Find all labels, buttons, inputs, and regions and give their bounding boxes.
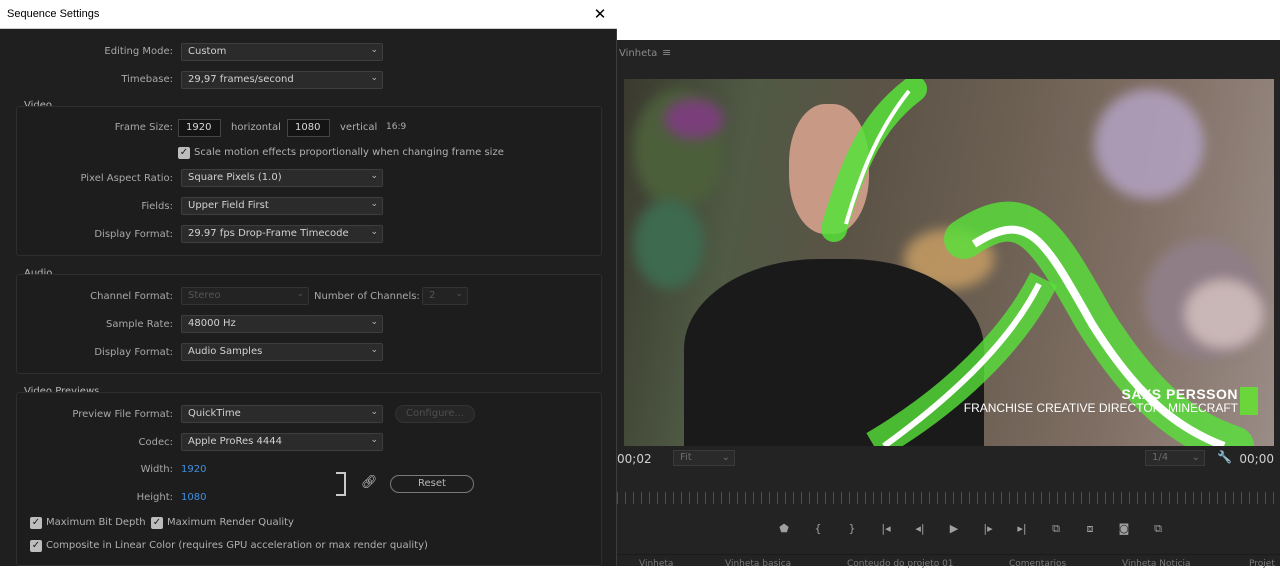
go-to-in-icon[interactable]: |◂: [869, 522, 903, 540]
channel-format-label: Channel Format:: [90, 291, 173, 302]
duration-timecode: 00;00: [1239, 452, 1274, 466]
program-monitor-header: Vinheta ≡: [617, 40, 1280, 68]
editing-mode-label: Editing Mode:: [104, 46, 173, 57]
chevron-down-icon: ⌄: [370, 317, 378, 327]
aspect-ratio-label: 16:9: [386, 122, 407, 132]
fields-select[interactable]: Upper Field First ⌄: [181, 197, 383, 215]
step-forward-icon[interactable]: |▸: [971, 522, 1005, 540]
frame-height-input[interactable]: 1080: [287, 119, 330, 137]
chevron-down-icon: ⌄: [370, 199, 378, 209]
lower-third-role: FRANCHISE CREATIVE DIRECTOR, MINECRAFT: [963, 401, 1238, 415]
step-back-icon[interactable]: ◂|: [903, 522, 937, 540]
fields-label: Fields:: [141, 201, 173, 212]
lower-third-name: SAXS PERSSON: [1121, 386, 1238, 402]
video-display-format-label: Display Format:: [94, 229, 173, 240]
dialog-title: Sequence Settings: [7, 8, 100, 20]
preview-height-value[interactable]: 1080: [181, 492, 206, 503]
mark-in-icon[interactable]: {: [801, 522, 835, 540]
max-bit-depth-checkbox[interactable]: ✓: [30, 517, 42, 529]
program-monitor-title[interactable]: Vinheta: [619, 48, 657, 59]
play-icon[interactable]: ▶: [937, 522, 971, 540]
overwrite-icon[interactable]: ⧈: [1073, 522, 1107, 540]
tab-conteudo[interactable]: Conteudo do projeto 01: [847, 559, 954, 569]
tab-comentarios[interactable]: Comentarios: [1009, 559, 1066, 569]
linear-color-checkbox[interactable]: ✓: [30, 540, 42, 552]
chevron-down-icon: ⌄: [370, 45, 378, 55]
timebase-select[interactable]: 29,97 frames/second ⌄: [181, 71, 383, 89]
max-render-quality-label: Maximum Render Quality: [167, 517, 294, 528]
lower-third-accent: [1240, 387, 1258, 415]
wrench-icon[interactable]: 🔧: [1217, 450, 1232, 464]
transport-controls: ⬟ { } |◂ ◂| ▶ |▸ ▸| ⧉ ⧈ ◙ ⧉: [767, 522, 1175, 540]
chevron-down-icon: ⌄: [455, 289, 463, 299]
configure-button: Configure...: [395, 405, 475, 423]
preview-file-format-label: Preview File Format:: [72, 409, 173, 420]
chevron-down-icon: ⌄: [370, 171, 378, 181]
preview-width-value[interactable]: 1920: [181, 464, 206, 475]
compare-icon[interactable]: ⧉: [1141, 522, 1175, 540]
chevron-down-icon: ⌄: [370, 73, 378, 83]
program-monitor-video[interactable]: SAXS PERSSON FRANCHISE CREATIVE DIRECTOR…: [624, 79, 1274, 446]
timeline-ruler[interactable]: [617, 492, 1280, 504]
link-bracket: [336, 472, 346, 496]
link-icon[interactable]: 🔗︎: [361, 475, 378, 490]
horizontal-label: horizontal: [231, 122, 281, 133]
preview-file-format-select[interactable]: QuickTime ⌄: [181, 405, 383, 423]
chevron-down-icon: ⌄: [296, 289, 304, 299]
num-channels-label: Number of Channels:: [314, 291, 420, 302]
insert-icon[interactable]: ⧉: [1039, 522, 1073, 540]
video-display-format-select[interactable]: 29.97 fps Drop-Frame Timecode ⌄: [181, 225, 383, 243]
sequence-settings-dialog: Sequence Settings ✕ Editing Mode: Custom…: [0, 0, 617, 566]
pixel-aspect-select[interactable]: Square Pixels (1.0) ⌄: [181, 169, 383, 187]
max-bit-depth-label: Maximum Bit Depth: [46, 517, 146, 528]
mark-out-icon[interactable]: }: [835, 522, 869, 540]
max-render-quality-checkbox[interactable]: ✓: [151, 517, 163, 529]
dialog-titlebar[interactable]: Sequence Settings ✕: [0, 0, 617, 29]
zoom-select[interactable]: Fit ⌄: [673, 450, 735, 466]
tab-vinheta-noticia[interactable]: Vinheta Noticia: [1122, 559, 1191, 569]
sample-rate-select[interactable]: 48000 Hz ⌄: [181, 315, 383, 333]
frame-width-input[interactable]: 1920: [178, 119, 221, 137]
audio-display-format-select[interactable]: Audio Samples ⌄: [181, 343, 383, 361]
export-frame-icon[interactable]: ◙: [1107, 522, 1141, 540]
num-channels-select: 2 ⌄: [422, 287, 468, 305]
resolution-select[interactable]: 1/4 ⌄: [1145, 450, 1205, 466]
preview-height-label: Height:: [136, 492, 173, 503]
playhead-timecode[interactable]: 00;02: [617, 452, 652, 466]
premiere-background-app: Vinheta ≡ SAXS PERSSON FRANCHISE CREATIV…: [617, 40, 1280, 569]
editing-mode-select[interactable]: Custom ⌄: [181, 43, 383, 61]
chevron-down-icon: ⌄: [370, 435, 378, 445]
hamburger-icon[interactable]: ≡: [662, 46, 671, 59]
codec-label: Codec:: [138, 437, 173, 448]
reset-button[interactable]: Reset: [390, 475, 474, 493]
go-to-out-icon[interactable]: ▸|: [1005, 522, 1039, 540]
scale-motion-checkbox[interactable]: ✓: [178, 147, 190, 159]
scale-motion-label: Scale motion effects proportionally when…: [194, 147, 504, 158]
tab-vinheta-basica[interactable]: Vinheta basica: [725, 559, 791, 569]
chevron-down-icon: ⌄: [370, 227, 378, 237]
chevron-down-icon: ⌄: [370, 407, 378, 417]
audio-display-format-label: Display Format:: [94, 347, 173, 358]
preview-width-label: Width:: [140, 464, 173, 475]
pixel-aspect-label: Pixel Aspect Ratio:: [80, 173, 174, 184]
channel-format-select: Stereo ⌄: [181, 287, 309, 305]
marker-icon[interactable]: ⬟: [767, 522, 801, 540]
linear-color-label: Composite in Linear Color (requires GPU …: [46, 540, 428, 551]
codec-select[interactable]: Apple ProRes 4444 ⌄: [181, 433, 383, 451]
tab-vinheta[interactable]: Vinheta: [639, 559, 673, 569]
panel-tabs: Vinheta Vinheta basica Conteudo do proje…: [617, 554, 1280, 569]
frame-size-label: Frame Size:: [114, 122, 173, 133]
timebase-label: Timebase:: [121, 74, 173, 85]
vertical-label: vertical: [340, 122, 378, 133]
tab-projet[interactable]: Projet: [1249, 559, 1275, 569]
sample-rate-label: Sample Rate:: [106, 319, 173, 330]
chevron-down-icon: ⌄: [370, 345, 378, 355]
close-icon[interactable]: ✕: [589, 4, 611, 24]
